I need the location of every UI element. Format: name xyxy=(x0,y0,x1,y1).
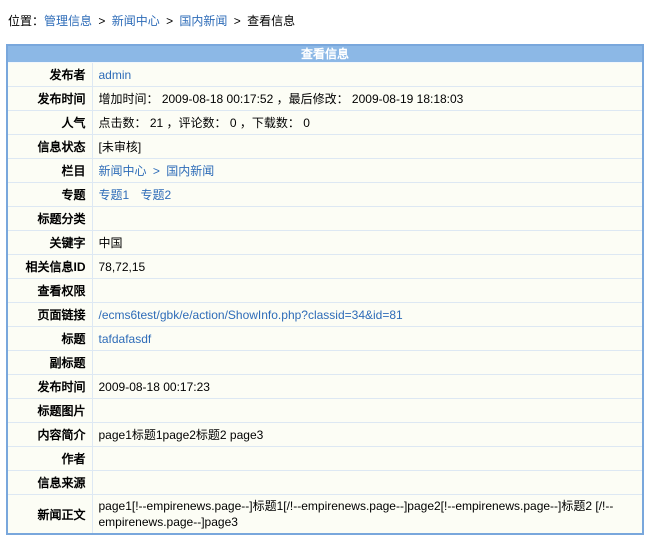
field-label: 内容简介 xyxy=(8,423,92,447)
breadcrumb: 位置：管理信息 > 新闻中心 > 国内新闻 > 查看信息 xyxy=(0,0,650,44)
table-row: 页面链接/ecms6test/gbk/e/action/ShowInfo.php… xyxy=(8,303,642,327)
field-value-text: 78,72,15 xyxy=(99,260,146,274)
breadcrumb-current: 查看信息 xyxy=(247,14,295,28)
field-value-text: 点击数： 21 ，评论数： 0 ，下载数： 0 xyxy=(99,116,310,130)
field-value xyxy=(92,279,642,303)
info-table: 发布者admin发布时间增加时间： 2009-08-18 00:17:52 ，最… xyxy=(8,63,642,533)
field-label: 相关信息ID xyxy=(8,255,92,279)
field-label: 人气 xyxy=(8,111,92,135)
breadcrumb-separator: > xyxy=(230,14,244,28)
table-row: 标题图片 xyxy=(8,399,642,423)
field-label: 新闻正文 xyxy=(8,495,92,534)
field-label: 发布时间 xyxy=(8,87,92,111)
table-row: 作者 xyxy=(8,447,642,471)
field-value-link[interactable]: 国内新闻 xyxy=(166,164,214,178)
field-label: 发布时间 xyxy=(8,375,92,399)
table-row: 新闻正文page1[!--empirenews.page--]标题1[/!--e… xyxy=(8,495,642,534)
field-value-link[interactable]: tafdafasdf xyxy=(99,332,152,346)
field-label: 关键字 xyxy=(8,231,92,255)
breadcrumb-prefix: 位置： xyxy=(8,14,44,28)
info-panel: 查看信息 发布者admin发布时间增加时间： 2009-08-18 00:17:… xyxy=(6,44,644,535)
field-value xyxy=(92,471,642,495)
table-row: 内容简介 page1标题1page2标题2 page3 xyxy=(8,423,642,447)
field-label: 标题图片 xyxy=(8,399,92,423)
table-row: 关键字中国 xyxy=(8,231,642,255)
table-row: 副标题 xyxy=(8,351,642,375)
breadcrumb-link[interactable]: 国内新闻 xyxy=(179,14,227,28)
value-separator xyxy=(133,188,136,202)
table-row: 标题分类 xyxy=(8,207,642,231)
field-value xyxy=(92,207,642,231)
table-row: 发布者 admin xyxy=(8,63,642,87)
field-label: 信息状态 xyxy=(8,135,92,159)
field-value: 2009-08-18 00:17:23 xyxy=(92,375,642,399)
table-row: 栏目新闻中心 > 国内新闻 xyxy=(8,159,642,183)
field-value: 新闻中心 > 国内新闻 xyxy=(92,159,642,183)
field-label: 作者 xyxy=(8,447,92,471)
field-label: 页面链接 xyxy=(8,303,92,327)
field-label: 标题分类 xyxy=(8,207,92,231)
field-label: 专题 xyxy=(8,183,92,207)
field-label: 栏目 xyxy=(8,159,92,183)
field-value: tafdafasdf xyxy=(92,327,642,351)
field-value-link[interactable]: 专题1 xyxy=(99,188,130,202)
field-label: 标题 xyxy=(8,327,92,351)
field-value-text: 中国 xyxy=(99,236,123,250)
field-value-link[interactable]: 新闻中心 xyxy=(99,164,147,178)
panel-title: 查看信息 xyxy=(8,46,642,63)
field-value: 中国 xyxy=(92,231,642,255)
field-value: /ecms6test/gbk/e/action/ShowInfo.php?cla… xyxy=(92,303,642,327)
field-value-text: 增加时间： 2009-08-18 00:17:52 ，最后修改： 2009-08… xyxy=(99,92,464,106)
table-row: 发布时间 2009-08-18 00:17:23 xyxy=(8,375,642,399)
breadcrumb-separator: > xyxy=(95,14,109,28)
field-value: 78,72,15 xyxy=(92,255,642,279)
table-row: 查看权限 xyxy=(8,279,642,303)
field-value xyxy=(92,399,642,423)
breadcrumb-link[interactable]: 管理信息 xyxy=(44,14,92,28)
field-value: 专题1 专题2 xyxy=(92,183,642,207)
table-row: 信息状态 [未审核] xyxy=(8,135,642,159)
field-label: 查看权限 xyxy=(8,279,92,303)
field-label: 信息来源 xyxy=(8,471,92,495)
field-value xyxy=(92,447,642,471)
field-value: page1标题1page2标题2 page3 xyxy=(92,423,642,447)
field-value-link[interactable]: 专题2 xyxy=(141,188,172,202)
field-value-text: page1标题1page2标题2 page3 xyxy=(99,428,264,442)
field-value: page1[!--empirenews.page--]标题1[/!--empir… xyxy=(92,495,642,534)
field-value: [未审核] xyxy=(92,135,642,159)
field-value xyxy=(92,351,642,375)
table-row: 相关信息ID 78,72,15 xyxy=(8,255,642,279)
field-value-text: [未审核] xyxy=(99,140,142,154)
field-label: 副标题 xyxy=(8,351,92,375)
table-row: 专题专题1 专题2 xyxy=(8,183,642,207)
field-value-link[interactable]: /ecms6test/gbk/e/action/ShowInfo.php?cla… xyxy=(99,308,403,322)
field-value-link[interactable]: admin xyxy=(99,68,132,82)
field-label: 发布者 xyxy=(8,63,92,87)
field-value: admin xyxy=(92,63,642,87)
value-separator: > xyxy=(150,164,164,178)
table-row: 发布时间增加时间： 2009-08-18 00:17:52 ，最后修改： 200… xyxy=(8,87,642,111)
table-row: 人气点击数： 21 ，评论数： 0 ，下载数： 0 xyxy=(8,111,642,135)
breadcrumb-separator: > xyxy=(163,14,177,28)
breadcrumb-link[interactable]: 新闻中心 xyxy=(112,14,160,28)
field-value-text: 2009-08-18 00:17:23 xyxy=(99,380,210,394)
field-value: 点击数： 21 ，评论数： 0 ，下载数： 0 xyxy=(92,111,642,135)
table-row: 信息来源 xyxy=(8,471,642,495)
field-value: 增加时间： 2009-08-18 00:17:52 ，最后修改： 2009-08… xyxy=(92,87,642,111)
table-row: 标题 tafdafasdf xyxy=(8,327,642,351)
